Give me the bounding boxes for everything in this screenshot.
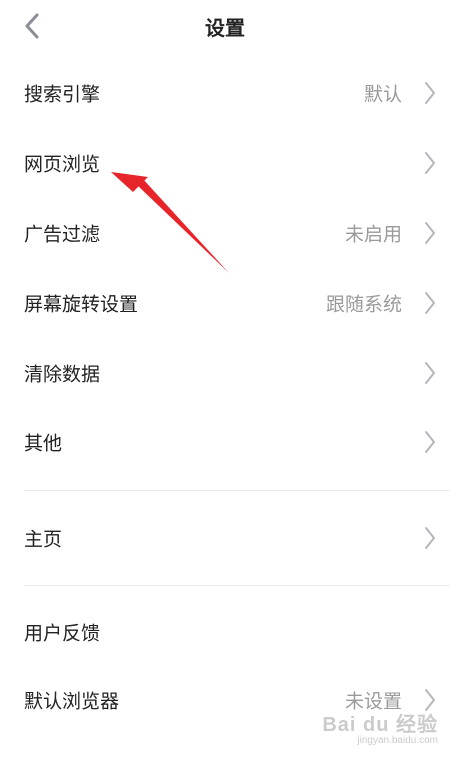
setting-label: 广告过滤: [24, 223, 101, 246]
watermark-logo: Bai du 经验 jingyan.baidu.com: [322, 708, 438, 746]
chevron-right-icon: [422, 360, 438, 386]
top-bar: 设置: [0, 0, 450, 52]
chevron-right-icon: [422, 80, 438, 106]
setting-label: 其他: [24, 432, 63, 455]
page-title: 设置: [205, 16, 245, 40]
setting-value: 跟随系统: [325, 293, 402, 316]
setting-label: 清除数据: [24, 363, 101, 386]
setting-label: 主页: [24, 528, 63, 551]
setting-row-clear-data[interactable]: 清除数据: [0, 338, 450, 408]
setting-row-homepage[interactable]: 主页: [0, 503, 450, 573]
chevron-right-icon: [422, 150, 438, 176]
chevron-right-icon: [422, 220, 438, 246]
setting-row-feedback[interactable]: 用户反馈: [0, 597, 450, 667]
setting-label: 用户反馈: [24, 622, 101, 645]
setting-row-web-browsing[interactable]: 网页浏览: [0, 128, 450, 198]
section-divider: [24, 585, 450, 586]
setting-value: 未启用: [344, 223, 402, 246]
section-divider: [24, 490, 450, 491]
watermark-text: Bai du 经验: [322, 714, 438, 736]
setting-row-search-engine[interactable]: 搜索引擎 默认: [0, 58, 450, 128]
setting-label: 默认浏览器: [24, 690, 120, 713]
setting-value: 默认: [363, 83, 402, 106]
setting-label: 网页浏览: [24, 153, 101, 176]
setting-row-other[interactable]: 其他: [0, 407, 450, 477]
chevron-right-icon: [422, 429, 438, 455]
chevron-right-icon: [422, 525, 438, 551]
setting-row-screen-rotation[interactable]: 屏幕旋转设置 跟随系统: [0, 268, 450, 338]
chevron-right-icon: [422, 290, 438, 316]
setting-label: 搜索引擎: [24, 83, 101, 106]
setting-label: 屏幕旋转设置: [24, 293, 139, 316]
setting-row-ad-filter[interactable]: 广告过滤 未启用: [0, 198, 450, 268]
